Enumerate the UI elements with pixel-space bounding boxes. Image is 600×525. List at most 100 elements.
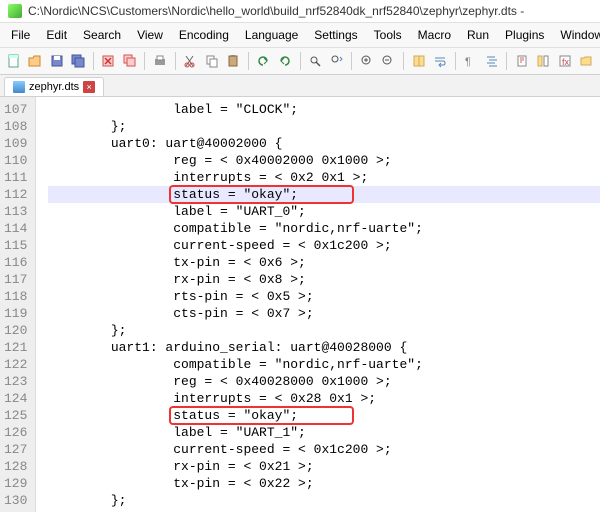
code-line[interactable]: tx-pin = < 0x6 >; <box>48 254 600 271</box>
tab-close-button[interactable]: × <box>83 81 95 93</box>
code-line[interactable]: }; <box>48 118 600 135</box>
code-line[interactable]: current-speed = < 0x1c200 >; <box>48 441 600 458</box>
save-all-icon[interactable] <box>68 50 87 72</box>
open-file-icon[interactable] <box>25 50 44 72</box>
separator <box>403 52 404 70</box>
code-line[interactable]: }; <box>48 492 600 509</box>
separator <box>248 52 249 70</box>
code-line[interactable]: label = "UART_0"; <box>48 203 600 220</box>
code-line[interactable]: rts-pin = < 0x5 >; <box>48 288 600 305</box>
code-line[interactable]: rx-pin = < 0x21 >; <box>48 458 600 475</box>
code-line[interactable]: }; <box>48 322 600 339</box>
tab-bar: zephyr.dts × <box>0 75 600 97</box>
line-number: 130 <box>4 492 27 509</box>
menu-plugins[interactable]: Plugins <box>498 25 551 45</box>
line-number: 111 <box>4 169 27 186</box>
separator <box>300 52 301 70</box>
line-number: 107 <box>4 101 27 118</box>
indent-guide-icon[interactable] <box>482 50 501 72</box>
undo-icon[interactable] <box>254 50 273 72</box>
line-number: 112 <box>4 186 27 203</box>
code-line[interactable]: uart0: uart@40002000 { <box>48 135 600 152</box>
line-number: 109 <box>4 135 27 152</box>
redo-icon[interactable] <box>275 50 294 72</box>
app-icon <box>8 4 22 18</box>
separator <box>144 52 145 70</box>
save-icon[interactable] <box>47 50 66 72</box>
title-bar: C:\Nordic\NCS\Customers\Nordic\hello_wor… <box>0 0 600 23</box>
menu-settings[interactable]: Settings <box>307 25 364 45</box>
folder-icon[interactable] <box>577 50 596 72</box>
line-number: 119 <box>4 305 27 322</box>
menu-bar: FileEditSearchViewEncodingLanguageSettin… <box>0 23 600 48</box>
code-line[interactable]: current-speed = < 0x1c200 >; <box>48 237 600 254</box>
line-number: 127 <box>4 441 27 458</box>
line-number: 118 <box>4 288 27 305</box>
line-number: 110 <box>4 152 27 169</box>
line-number: 120 <box>4 322 27 339</box>
replace-icon[interactable] <box>327 50 346 72</box>
code-line[interactable]: tx-pin = < 0x22 >; <box>48 475 600 492</box>
menu-window[interactable]: Window <box>553 25 600 45</box>
separator <box>93 52 94 70</box>
menu-edit[interactable]: Edit <box>39 25 74 45</box>
sync-icon[interactable] <box>409 50 428 72</box>
line-number: 126 <box>4 424 27 441</box>
code-line[interactable]: label = "CLOCK"; <box>48 101 600 118</box>
code-line[interactable]: cts-pin = < 0x7 >; <box>48 305 600 322</box>
line-number: 124 <box>4 390 27 407</box>
code-line[interactable]: label = "UART_1"; <box>48 424 600 441</box>
menu-language[interactable]: Language <box>238 25 305 45</box>
doc-map-icon[interactable] <box>512 50 531 72</box>
menu-encoding[interactable]: Encoding <box>172 25 236 45</box>
code-line[interactable]: rx-pin = < 0x8 >; <box>48 271 600 288</box>
line-number: 114 <box>4 220 27 237</box>
menu-run[interactable]: Run <box>460 25 496 45</box>
new-file-icon[interactable] <box>4 50 23 72</box>
close-icon[interactable] <box>99 50 118 72</box>
menu-file[interactable]: File <box>4 25 37 45</box>
code-line[interactable]: interrupts = < 0x2 0x1 >; <box>48 169 600 186</box>
doc-list-icon[interactable] <box>534 50 553 72</box>
wrap-icon[interactable] <box>430 50 449 72</box>
zoom-out-icon[interactable] <box>379 50 398 72</box>
close-all-icon[interactable] <box>120 50 139 72</box>
toolbar: ¶ fx <box>0 48 600 75</box>
line-number: 115 <box>4 237 27 254</box>
editor[interactable]: 1071081091101111121131141151161171181191… <box>0 97 600 512</box>
menu-tools[interactable]: Tools <box>367 25 409 45</box>
separator <box>455 52 456 70</box>
code-line[interactable]: interrupts = < 0x28 0x1 >; <box>48 390 600 407</box>
code-line[interactable]: reg = < 0x40028000 0x1000 >; <box>48 373 600 390</box>
menu-search[interactable]: Search <box>76 25 128 45</box>
code-line[interactable]: uart1: arduino_serial: uart@40028000 { <box>48 339 600 356</box>
tab-zephyr-dts[interactable]: zephyr.dts × <box>4 77 104 96</box>
line-number: 123 <box>4 373 27 390</box>
title-path: C:\Nordic\NCS\Customers\Nordic\hello_wor… <box>28 4 524 18</box>
find-icon[interactable] <box>305 50 324 72</box>
separator <box>351 52 352 70</box>
menu-macro[interactable]: Macro <box>411 25 458 45</box>
print-icon[interactable] <box>150 50 169 72</box>
cut-icon[interactable] <box>181 50 200 72</box>
svg-text:fx: fx <box>562 57 570 67</box>
code-line[interactable]: compatible = "nordic,nrf-uarte"; <box>48 220 600 237</box>
copy-icon[interactable] <box>202 50 221 72</box>
line-number: 128 <box>4 458 27 475</box>
zoom-in-icon[interactable] <box>357 50 376 72</box>
paste-icon[interactable] <box>223 50 242 72</box>
code-line[interactable]: reg = < 0x40002000 0x1000 >; <box>48 152 600 169</box>
separator <box>175 52 176 70</box>
code-line[interactable]: status = "okay"; <box>48 186 600 203</box>
code-line[interactable]: compatible = "nordic,nrf-uarte"; <box>48 356 600 373</box>
line-number: 125 <box>4 407 27 424</box>
function-list-icon[interactable]: fx <box>555 50 574 72</box>
file-icon <box>13 81 25 93</box>
code-area[interactable]: label = "CLOCK"; }; uart0: uart@40002000… <box>36 97 600 512</box>
hidden-chars-icon[interactable]: ¶ <box>461 50 480 72</box>
line-number: 113 <box>4 203 27 220</box>
line-number: 121 <box>4 339 27 356</box>
code-line[interactable]: status = "okay"; <box>48 407 600 424</box>
line-number-gutter: 1071081091101111121131141151161171181191… <box>0 97 36 512</box>
menu-view[interactable]: View <box>130 25 170 45</box>
